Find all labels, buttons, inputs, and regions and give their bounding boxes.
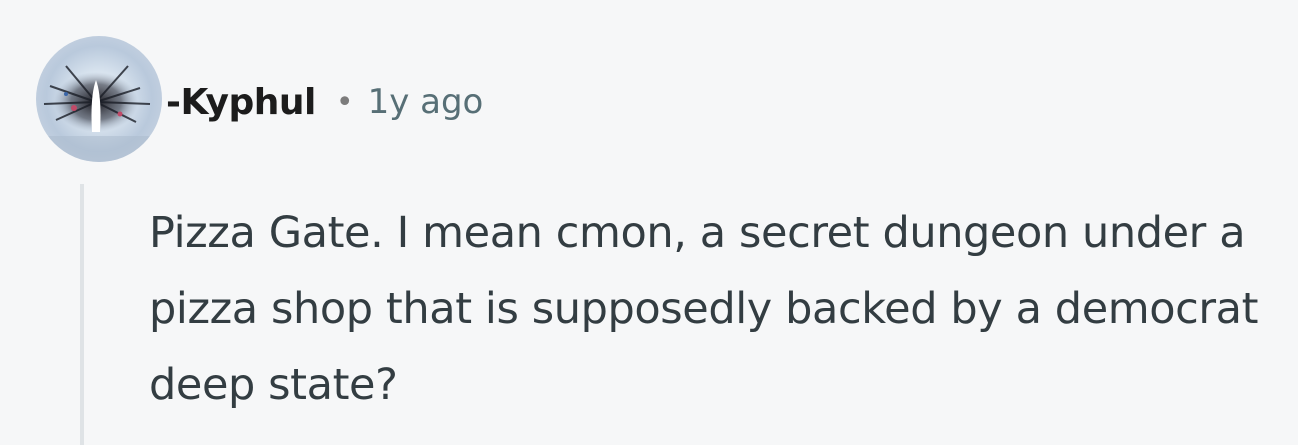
separator-dot: • [335,84,354,120]
user-avatar-icon[interactable] [36,36,162,162]
comment-header: -Kyphul • 1y ago [166,78,483,126]
comment-body: Pizza Gate. I mean cmon, a secret dungeo… [149,208,1259,410]
username-link[interactable]: -Kyphul [166,82,316,123]
timestamp-link[interactable]: 1y ago [368,82,484,122]
thread-line[interactable] [80,184,84,445]
comment: -Kyphul • 1y ago Pizza Gate. I mean cmon… [0,0,1298,445]
